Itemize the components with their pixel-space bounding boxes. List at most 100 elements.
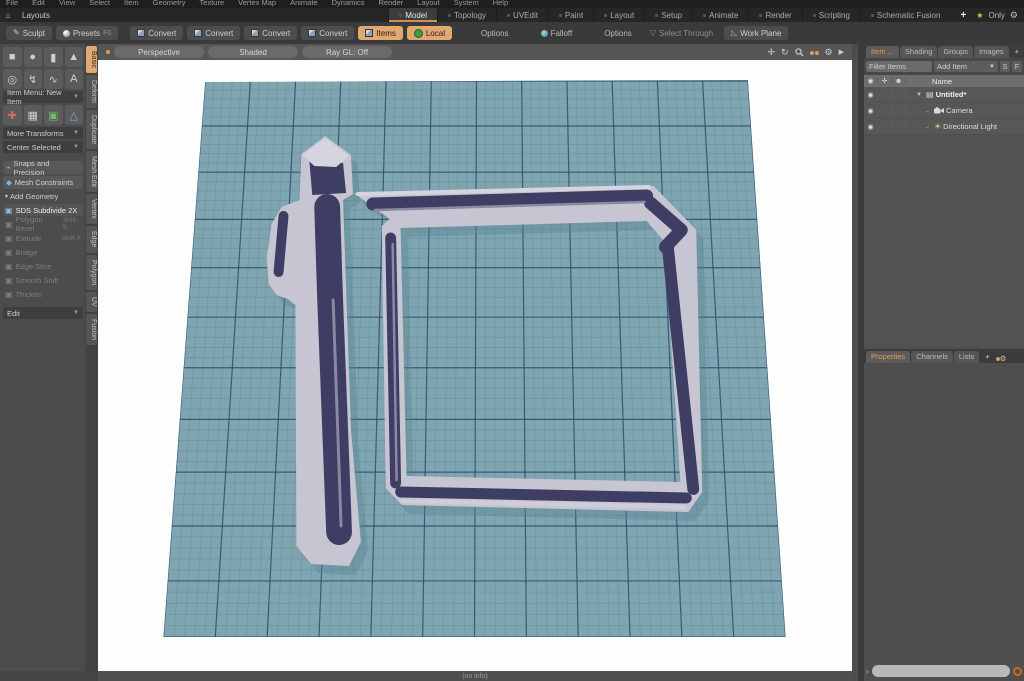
viewport-expand-icon[interactable]: ▶ [839, 48, 844, 56]
menu-dynamics[interactable]: Dynamics [332, 0, 365, 7]
mesh-constraints-button[interactable]: ◆ Mesh Constraints [3, 176, 83, 189]
layout-tab-paint[interactable]: Paint [547, 8, 593, 22]
primitive-cube-button[interactable]: ■ [3, 47, 22, 67]
gear-icon[interactable]: ⚙ [1010, 10, 1018, 21]
sculpt-button[interactable]: ✎ Sculpt [6, 26, 52, 40]
options-button-2[interactable]: Options [597, 26, 639, 40]
add-layout-tab-button[interactable]: + [950, 10, 976, 21]
item-list-empty-area[interactable] [864, 135, 1024, 347]
filter-items-input[interactable]: Filter Items [866, 61, 932, 72]
menu-vertex-map[interactable]: Vertex Map [238, 0, 276, 7]
tab-channels[interactable]: Channels [911, 351, 953, 363]
layout-tab-layout[interactable]: Layout [593, 8, 644, 22]
menu-help[interactable]: Help [493, 0, 508, 7]
tool-bridge[interactable]: ▣ Bridge [3, 246, 83, 258]
menu-texture[interactable]: Texture [200, 0, 225, 7]
actor-button[interactable]: ✚ [3, 105, 22, 125]
items-mode-button[interactable]: Items [358, 26, 403, 40]
convert-button-3[interactable]: Convert [244, 26, 298, 40]
add-geometry-section-header[interactable]: ▾ Add Geometry [3, 191, 83, 202]
shaded-tab[interactable]: Shaded [208, 46, 298, 58]
menu-layout[interactable]: Layout [417, 0, 440, 7]
vtab-duplicate[interactable]: Duplicate [86, 110, 97, 150]
edit-dropdown[interactable]: Edit ▼ [3, 307, 83, 319]
wire-pyramid-button[interactable]: △ [64, 105, 83, 125]
zoom-icon[interactable] [794, 47, 804, 57]
expand-arrow-icon[interactable]: ▼ [914, 92, 924, 98]
vtab-polygon[interactable]: Polygon [86, 254, 97, 290]
layout-tab-topology[interactable]: Topology [437, 8, 496, 22]
convert-button-4[interactable]: Convert [301, 26, 355, 40]
f-button[interactable]: F [1012, 61, 1022, 72]
text-tool-button[interactable]: A [64, 69, 83, 89]
raygl-tab[interactable]: Ray GL: Off [302, 46, 392, 58]
command-input[interactable] [871, 665, 1010, 677]
item-menu-dropdown[interactable]: Item Menu: New Item ▼ [3, 88, 83, 106]
convert-button-1[interactable]: Convert [130, 26, 184, 40]
menu-item[interactable]: Item [124, 0, 139, 7]
primitive-sphere-button[interactable]: ● [23, 47, 42, 67]
layout-tab-animate[interactable]: Animate [692, 8, 748, 22]
viewport-gear-icon[interactable]: ⚙ [825, 47, 833, 58]
center-selected-dropdown[interactable]: Center Selected ▼ [3, 141, 83, 153]
s-button[interactable]: S [1000, 61, 1010, 72]
layout-tab-render[interactable]: Render [748, 8, 801, 22]
eye-icon[interactable]: ◉ [864, 103, 878, 118]
layout-tab-uvedit[interactable]: UVEdit [496, 8, 548, 22]
menu-animate[interactable]: Animate [290, 0, 318, 7]
menu-geometry[interactable]: Geometry [153, 0, 186, 7]
home-icon[interactable]: ⌂ [0, 11, 16, 20]
select-through-button[interactable]: ▽ Select Through [643, 26, 720, 40]
tab-images[interactable]: Images [974, 46, 1009, 58]
3d-viewport[interactable] [98, 60, 852, 671]
layout-tab-setup[interactable]: Setup [644, 8, 692, 22]
tab-shading[interactable]: Shading [899, 46, 938, 58]
vtab-vertex[interactable]: Vertex [86, 194, 97, 225]
ground-plane-button[interactable]: ▦ [23, 105, 42, 125]
panel-gear-icon[interactable]: ⚙ [1000, 354, 1007, 363]
vtab-basic[interactable]: Basic [86, 46, 97, 74]
tree-row-camera[interactable]: ◉ → Camera [864, 103, 1024, 119]
tree-row-untitled[interactable]: ◉ ▼ ▤ Untitled* [864, 87, 1024, 103]
tab-properties[interactable]: Properties [866, 351, 911, 363]
primitive-cylinder-button[interactable]: ▮ [44, 47, 63, 67]
more-transforms-dropdown[interactable]: More Transforms ▼ [3, 127, 83, 139]
pan-icon[interactable]: ✛ [767, 47, 775, 58]
tool-smooth-shift[interactable]: ▣ Smooth Shift [3, 274, 83, 286]
vtab-edge[interactable]: Edge [86, 226, 97, 253]
vtab-uv[interactable]: UV [86, 291, 97, 312]
tree-row-directional-light[interactable]: ◉ → ☀ Directional Light [864, 119, 1024, 135]
eye-icon[interactable]: ◉ [864, 119, 878, 134]
vtab-fusion[interactable]: Fusion [86, 313, 97, 345]
primitive-cone-button[interactable]: ▲ [64, 47, 83, 67]
tab-item[interactable]: Item ... [866, 46, 899, 58]
curve-tool-button[interactable]: ∿ [44, 69, 63, 89]
menu-render[interactable]: Render [379, 0, 404, 7]
falloff-button[interactable]: Falloff [534, 26, 580, 40]
tool-extrude[interactable]: ▣ Extrude Shift-X [3, 232, 83, 244]
tool-polygon-bevel[interactable]: ▣ Polygon Bevel Shift-B [3, 215, 83, 233]
options-button-1[interactable]: Options [474, 26, 516, 40]
layout-tab-schematic-fusion[interactable]: Schematic Fusion [859, 8, 951, 22]
eye-icon[interactable]: ◉ [864, 87, 878, 102]
menu-system[interactable]: System [454, 0, 479, 7]
rotate-icon[interactable]: ↻ [781, 47, 789, 58]
spiral-tool-button[interactable]: ↯ [23, 69, 42, 89]
primitive-torus-button[interactable]: ◎ [3, 69, 22, 89]
layouts-label[interactable]: Layouts [22, 11, 50, 20]
layout-tab-model[interactable]: Model [388, 8, 438, 22]
menu-select[interactable]: Select [89, 0, 110, 7]
add-properties-tab-button[interactable]: + [980, 351, 994, 363]
add-panel-tab-button[interactable]: + [1010, 46, 1024, 58]
mesh-item-button[interactable]: ▣ [44, 105, 63, 125]
record-circle-icon[interactable] [1013, 666, 1022, 676]
layout-tab-scripting[interactable]: Scripting [801, 8, 860, 22]
star-icon[interactable]: ★ [976, 11, 983, 20]
vtab-deform[interactable]: Deform [86, 75, 97, 109]
tool-thicken[interactable]: ▣ Thicken [3, 288, 83, 300]
menu-file[interactable]: File [6, 0, 18, 7]
local-mode-button[interactable]: Local [406, 26, 452, 40]
tab-groups[interactable]: Groups [938, 46, 974, 58]
menu-view[interactable]: View [59, 0, 75, 7]
menu-edit[interactable]: Edit [32, 0, 45, 7]
